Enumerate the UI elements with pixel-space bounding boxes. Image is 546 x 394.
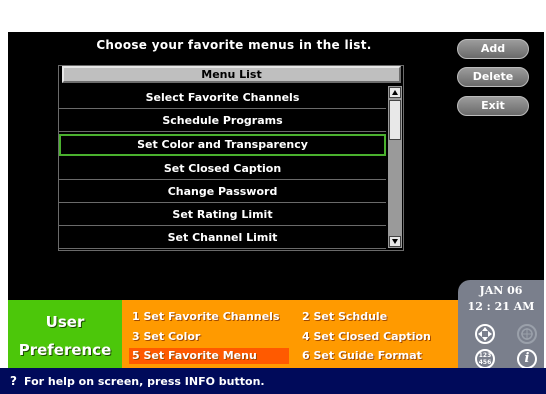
info-icon[interactable]: i [517,349,537,369]
list-item-set-color-and-transparency[interactable]: Set Color and Transparency [59,134,386,156]
number-pad-icon-bottom: 456 [478,359,492,366]
list-item-set-rating-limit[interactable]: Set Rating Limit [59,204,386,226]
scroll-down-arrow-icon[interactable] [389,236,401,247]
option-set-color[interactable]: 3 Set Color [132,329,200,345]
list-item-select-favorite-channels[interactable]: Select Favorite Channels [59,87,386,109]
nav-arrows-icon[interactable] [475,324,495,344]
guide-icon[interactable] [517,324,537,344]
option-set-closed-caption[interactable]: 4 Set Closed Caption [302,329,431,345]
user-preference-label: User Preference [8,300,122,368]
help-question-icon: ? [10,374,17,388]
add-button[interactable]: Add [457,39,529,59]
list-scrollbar[interactable] [388,86,402,248]
option-set-favorite-menu[interactable]: 5 Set Favorite Menu [129,348,289,364]
exit-button[interactable]: Exit [457,96,529,116]
delete-button[interactable]: Delete [457,67,529,87]
help-text: For help on screen, press INFO button. [24,375,265,388]
menu-label-line2: Preference [18,341,112,359]
list-item-set-closed-caption[interactable]: Set Closed Caption [59,158,386,180]
option-set-schdule[interactable]: 2 Set Schdule [302,309,387,325]
tv-screen: Choose your favorite menus in the list. … [0,0,546,394]
number-pad-icon[interactable]: 123 456 [475,349,495,369]
menu-list-header: Menu List [62,66,401,83]
number-pad-icon-top: 123 [478,352,492,359]
option-set-guide-format[interactable]: 6 Set Guide Format [302,348,422,364]
list-item-schedule-programs[interactable]: Schedule Programs [59,110,386,132]
time-display: 12 : 21 AM [467,300,535,313]
scroll-thumb[interactable] [389,100,401,140]
option-set-favorite-channels[interactable]: 1 Set Favorite Channels [132,309,280,325]
list-item-set-channel-limit[interactable]: Set Channel Limit [59,227,386,249]
instruction-text: Choose your favorite menus in the list. [96,38,372,52]
list-item-change-password[interactable]: Change Password [59,181,386,203]
scroll-up-arrow-icon[interactable] [389,87,401,98]
menu-label-line1: User [45,313,85,331]
date-display: JAN 06 [479,284,523,297]
